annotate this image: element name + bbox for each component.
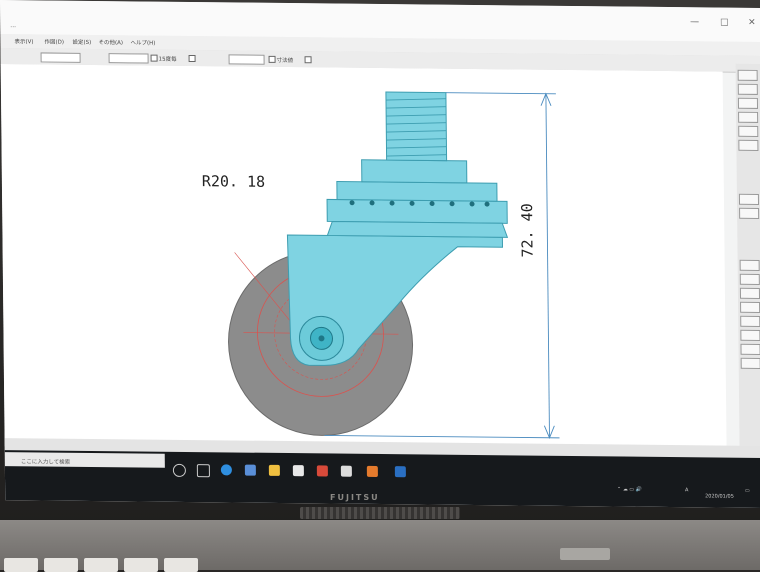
line-type-select[interactable] [40,52,81,63]
menu-draw[interactable]: 作図(D) [44,37,64,45]
right-tool-panel [735,63,760,455]
media-icon[interactable] [316,465,328,477]
dimension-checkbox[interactable] [268,55,276,63]
radius-dimension-label: R20. 18 [201,172,266,191]
menu-other[interactable]: その他(A) [98,38,123,46]
value-field[interactable] [228,54,265,65]
tray-icons[interactable]: ⌃ ☁ ▭ 🔊 [617,486,642,492]
menu-settings[interactable]: 設定(S) [72,38,91,46]
tool-button[interactable] [737,69,758,81]
minimize-icon[interactable]: — [690,17,699,27]
speaker-grille [300,507,460,519]
top-plate [336,181,498,202]
menu-view[interactable]: 表示(V) [14,37,33,45]
tool-button[interactable] [738,139,759,151]
swivel-base [326,220,509,238]
dimension-checkbox-label: 寸法値 [276,57,294,65]
folder-icon[interactable] [268,464,280,476]
ime-indicator[interactable]: A [685,487,688,493]
tool-button[interactable] [740,329,760,341]
close-icon[interactable]: ✕ [748,18,756,28]
tool-button[interactable] [740,301,760,313]
threaded-stem [385,91,448,162]
maximize-icon[interactable]: □ [720,18,729,28]
angle-checkbox[interactable] [150,54,158,62]
windows-taskbar: ここに入力して検索 ⌃ ☁ ▭ 🔊 A 2020/01/05 ▭ [4,450,760,509]
hex-nut [361,159,468,184]
tool-button[interactable] [738,111,759,123]
extra-checkbox[interactable] [304,56,312,64]
point-checkbox[interactable] [188,54,196,63]
tool-button[interactable] [737,97,759,109]
search-placeholder: ここに入力して検索 [20,459,71,466]
task-view-icon[interactable] [196,464,210,478]
tool-button[interactable] [739,207,760,219]
dimension-select[interactable] [108,53,149,64]
window-title: ... [10,22,17,30]
menu-help[interactable]: ヘルプ(H) [130,38,155,46]
tray-date[interactable]: 2020/01/05 [705,493,734,499]
angle-checkbox-label: 15度毎 [158,56,177,63]
edge-icon[interactable] [220,464,232,476]
height-dimension-label: 72. 40 [518,203,537,258]
tool-button[interactable] [739,273,760,285]
tool-button[interactable] [740,343,760,355]
tool-button[interactable] [740,315,760,327]
tool-button[interactable] [738,125,759,137]
cad-app-icon[interactable] [394,466,406,478]
app-icon[interactable] [366,465,378,477]
tool-button[interactable] [739,259,760,271]
caster-drawing [228,91,560,439]
taskbar-search[interactable]: ここに入力して検索 [4,452,165,468]
drawing-canvas[interactable] [0,64,727,454]
notification-icon[interactable]: ▭ [745,488,750,494]
laptop-keyboard [0,520,760,572]
store-icon[interactable] [292,465,304,477]
tool-button[interactable] [739,287,760,299]
tool-button[interactable] [740,357,760,369]
cortana-icon[interactable] [172,463,186,477]
envelope-icon[interactable] [340,465,352,477]
tool-button[interactable] [737,83,758,95]
power-button [560,548,610,560]
tool-button[interactable] [738,193,760,205]
laptop-screen: ... — □ ✕ 表示(V) 作図(D) 設定(S) その他(A) ヘルプ(H… [0,0,760,509]
mail-icon[interactable] [244,464,256,476]
laptop-brand-logo: FUJITSU [330,493,380,502]
